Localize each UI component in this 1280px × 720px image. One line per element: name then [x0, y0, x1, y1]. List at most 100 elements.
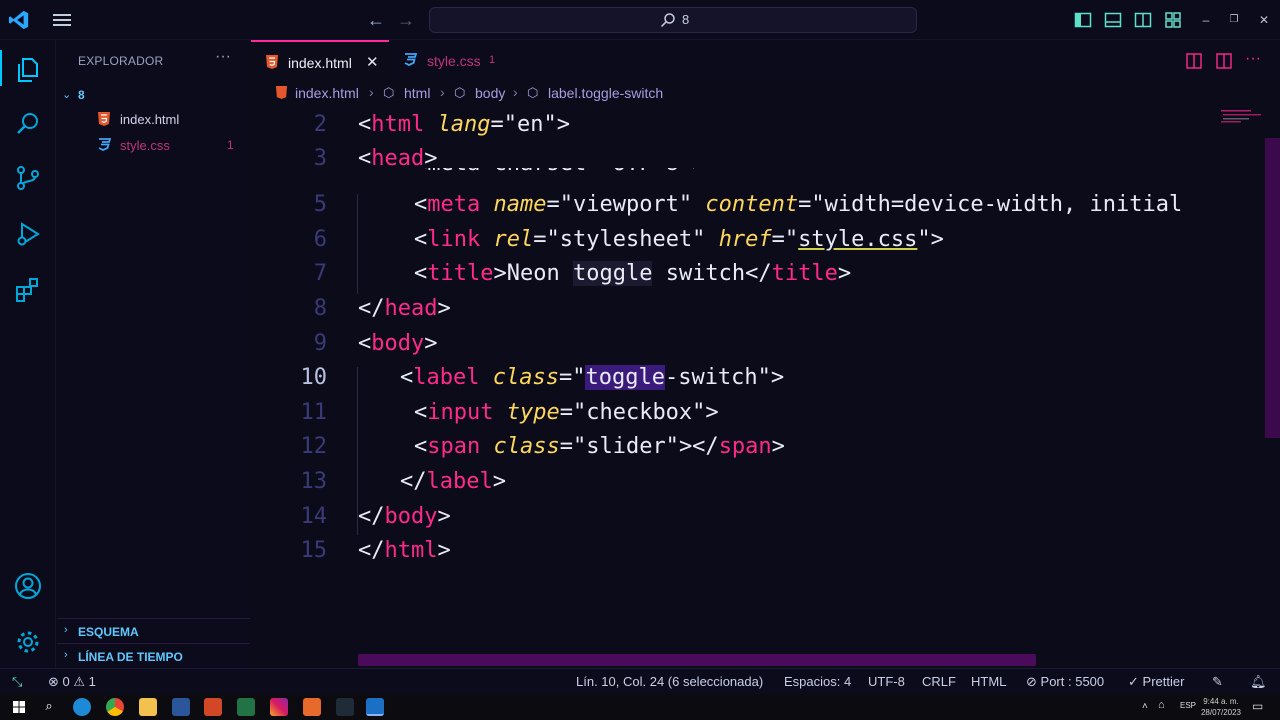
folder-root[interactable]: ⌄ 8	[57, 84, 250, 106]
forward-arrow-icon[interactable]: →	[396, 10, 416, 30]
file-name: style.css	[120, 138, 170, 153]
feedback-icon[interactable]: ✎	[1212, 674, 1223, 690]
run-debug-icon[interactable]	[0, 208, 56, 256]
windows-start-icon[interactable]	[10, 698, 28, 716]
system-clock[interactable]: 9:44 a. m. 28/07/2023	[1196, 696, 1246, 718]
element-cube-icon: ⬡	[527, 85, 539, 100]
minimize-icon[interactable]: –	[1196, 10, 1216, 30]
customize-layout-icon[interactable]	[1164, 11, 1182, 29]
more-actions-icon[interactable]: ···	[1245, 50, 1261, 68]
code-line: </head>	[358, 296, 451, 321]
line-number: 6	[313, 227, 327, 252]
command-center-search[interactable]: 8	[429, 7, 917, 33]
vscode-taskbar-icon[interactable]	[366, 698, 384, 716]
live-server-port[interactable]: ⊘ Port : 5500	[1026, 674, 1104, 690]
excel-icon[interactable]	[237, 698, 255, 716]
account-icon[interactable]	[0, 560, 56, 608]
split-editor-icon[interactable]	[1215, 52, 1233, 70]
indentation[interactable]: Espacios: 4	[784, 674, 851, 689]
element-cube-icon: ⬡	[454, 85, 466, 100]
breadcrumb-item[interactable]: label.toggle-switch	[548, 85, 663, 101]
taskbar-search-icon[interactable]: ⌕	[40, 698, 58, 716]
file-item-style-css[interactable]: style.css 1	[57, 133, 250, 157]
keyboard-language[interactable]: ESP	[1180, 701, 1196, 710]
horizontal-scrollbar[interactable]	[358, 654, 1036, 666]
settings-gear-icon[interactable]	[0, 616, 56, 664]
line-number-current: 10	[300, 365, 328, 390]
instagram-icon[interactable]	[270, 698, 288, 716]
tab-bar: index.html ✕ style.css 1 ···	[251, 40, 1280, 82]
html5-icon	[266, 55, 278, 69]
clock-time: 9:44 a. m.	[1203, 697, 1239, 706]
tab-index-html[interactable]: index.html ✕	[251, 40, 389, 82]
breadcrumb-item[interactable]: index.html	[295, 85, 359, 101]
explorer-icon[interactable]	[0, 44, 56, 92]
language-mode[interactable]: HTML	[971, 674, 1006, 689]
edge-browser-icon[interactable]	[73, 698, 91, 716]
remote-icon[interactable]: ⤡	[12, 674, 22, 690]
folder-name: 8	[78, 88, 85, 102]
notifications-bell-icon[interactable]: 🔔︎	[1250, 674, 1267, 690]
code-line: <html lang="en">	[358, 112, 570, 137]
xampp-icon[interactable]	[303, 698, 321, 716]
editor-area: index.html ✕ style.css 1 ··· index.html …	[251, 40, 1280, 668]
toggle-secondary-sidebar-icon[interactable]	[1134, 11, 1152, 29]
network-icon[interactable]: ⌂	[1158, 699, 1165, 711]
code-line-partial: <meta charset="UTF-8">	[414, 168, 1264, 180]
explorer-sidebar: EXPLORADOR ··· ⌄ 8 index.html style.css …	[57, 40, 250, 668]
css3-icon	[404, 53, 417, 66]
warning-count: 1	[88, 674, 96, 689]
breadcrumb-item[interactable]: html	[404, 85, 430, 101]
chrome-browser-icon[interactable]	[106, 698, 124, 716]
close-window-icon[interactable]: ✕	[1254, 10, 1274, 30]
more-actions-icon[interactable]: ···	[215, 48, 231, 66]
timeline-section[interactable]: › LÍNEA DE TIEMPO	[57, 643, 250, 667]
file-name: index.html	[120, 112, 180, 127]
cursor-position[interactable]: Lín. 10, Col. 24 (6 seleccionada)	[576, 674, 763, 689]
minimap[interactable]	[1219, 108, 1263, 124]
powerpoint-icon[interactable]	[204, 698, 222, 716]
match-highlight: toggle	[572, 261, 653, 286]
code-line-current: <label class="toggle-switch">	[400, 365, 785, 390]
code-line: <meta name="viewport" content="width=dev…	[414, 192, 1183, 217]
terminal-icon[interactable]	[336, 698, 354, 716]
tab-style-css[interactable]: style.css 1	[389, 40, 527, 82]
open-changes-icon[interactable]	[1185, 52, 1203, 70]
prettier-status[interactable]: ✓ Prettier	[1128, 674, 1184, 690]
search-icon[interactable]	[0, 98, 56, 146]
code-line: <link rel="stylesheet" href="style.css">	[414, 227, 944, 252]
chevron-right-icon: ›	[369, 84, 374, 100]
outline-section[interactable]: › ESQUEMA	[57, 618, 250, 642]
restore-icon[interactable]: ❐	[1224, 10, 1244, 30]
line-number: 15	[300, 538, 328, 563]
word-icon[interactable]	[172, 698, 190, 716]
file-item-index-html[interactable]: index.html	[57, 107, 250, 131]
explorer-title: EXPLORADOR	[78, 54, 164, 68]
vertical-scrollbar[interactable]	[1265, 138, 1280, 438]
clock-date: 28/07/2023	[1200, 708, 1242, 717]
menu-icon[interactable]	[52, 11, 72, 29]
chevron-right-icon: ›	[513, 84, 518, 100]
close-tab-icon[interactable]: ✕	[366, 53, 379, 71]
command-center-text: 8	[682, 12, 690, 27]
file-explorer-icon[interactable]	[139, 698, 157, 716]
problems-indicator[interactable]: ⊗ 0 ⚠ 1	[48, 674, 96, 690]
end-of-line[interactable]: CRLF	[922, 674, 956, 689]
link-reference: style.css	[798, 227, 918, 252]
chevron-right-icon: ›	[64, 624, 68, 636]
tray-up-arrow-icon[interactable]: ˄	[1142, 701, 1148, 712]
encoding[interactable]: UTF-8	[868, 674, 905, 689]
toggle-panel-icon[interactable]	[1104, 11, 1122, 29]
code-editor[interactable]: 2 3 5 6 7 8 9 10 11 12 13 14 15 <html la…	[251, 104, 1280, 668]
source-control-icon[interactable]	[0, 152, 56, 200]
code-line: <title>Neon toggle switch</title>	[414, 261, 852, 286]
text-selection: toggle	[585, 365, 665, 390]
outline-label: ESQUEMA	[78, 625, 139, 639]
back-arrow-icon[interactable]: ←	[366, 10, 386, 30]
breadcrumb-item[interactable]: body	[475, 85, 505, 101]
extensions-icon[interactable]	[0, 264, 56, 312]
vscode-logo-icon	[8, 10, 29, 30]
os-taskbar: ⌕ ˄ ⌂ ESP 9:44 a. m. 28/07/2023 ▭	[0, 694, 1280, 720]
toggle-sidebar-icon[interactable]	[1074, 11, 1092, 29]
notification-center-icon[interactable]: ▭	[1252, 699, 1263, 713]
